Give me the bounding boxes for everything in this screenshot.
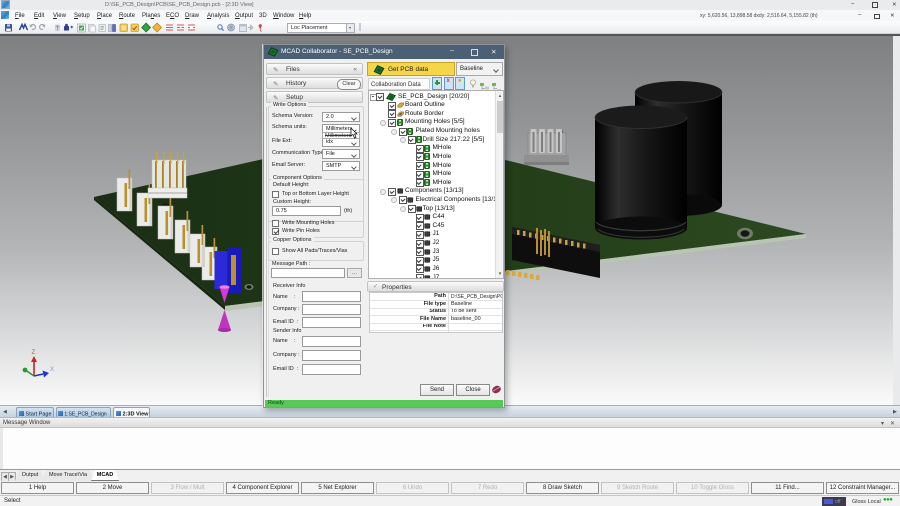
svg-text:X: X <box>50 367 54 373</box>
svg-text:Z: Z <box>32 350 36 356</box>
